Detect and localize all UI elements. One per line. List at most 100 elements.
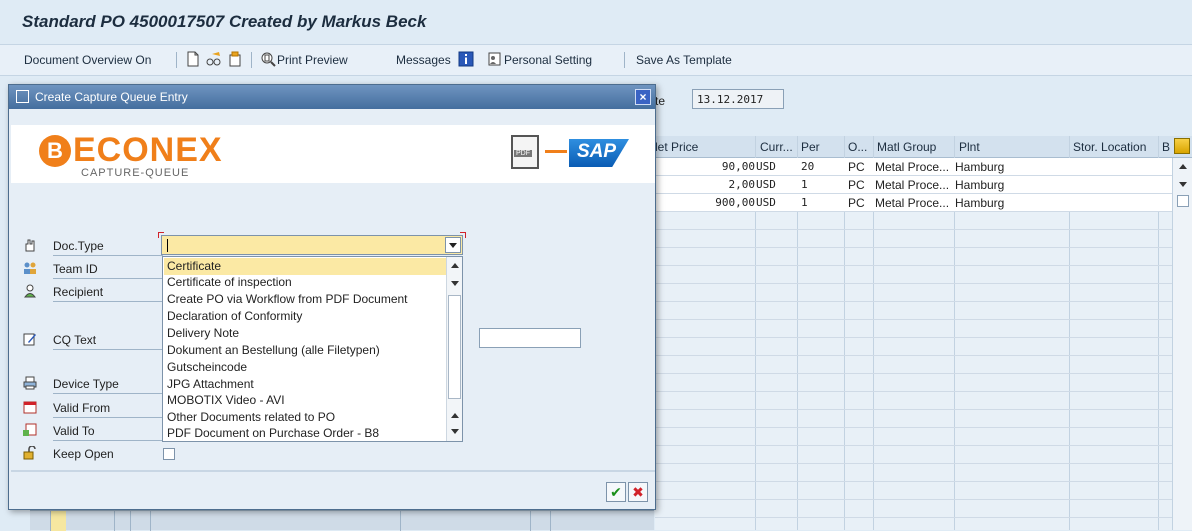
matl-group-cell: Metal Proce... (875, 196, 950, 210)
printer-icon (23, 376, 37, 390)
grid-cell[interactable] (50, 511, 66, 531)
scroll-down-icon[interactable] (451, 429, 459, 434)
grid-cell (130, 511, 131, 531)
table-row[interactable] (655, 356, 1192, 374)
grid-settings-icon[interactable] (1174, 138, 1190, 154)
keep-open-checkbox[interactable] (163, 448, 175, 460)
date-field[interactable]: 13.12.2017 (692, 89, 784, 109)
table-row[interactable] (655, 428, 1192, 446)
dropdown-option[interactable]: PDF Document on Purchase Order - B8 (164, 425, 447, 442)
column-header-per[interactable]: Per (801, 140, 820, 154)
table-row[interactable] (655, 410, 1192, 428)
team-icon (24, 262, 36, 274)
scroll-down-icon[interactable] (1179, 182, 1187, 187)
scroll-down-icon[interactable] (451, 281, 459, 286)
dropdown-option[interactable]: JPG Attachment (164, 376, 447, 393)
valid-from-row: Valid From (23, 399, 173, 418)
net-price-cell: 2,00 (728, 178, 756, 191)
dialog-footer-divider (11, 470, 655, 472)
cq-text-input[interactable] (479, 328, 581, 348)
table-row[interactable]: 900,00 USD 1 PC Metal Proce... Hamburg (655, 194, 1192, 212)
personal-setting-icon[interactable] (487, 51, 503, 67)
valid-to-label: Valid To (53, 424, 95, 438)
scroll-up-icon[interactable] (451, 413, 459, 418)
table-row[interactable] (655, 464, 1192, 482)
grid-header: let Price Curr... Per O... Matl Group Pl… (655, 136, 1192, 158)
new-document-icon[interactable] (185, 51, 201, 67)
table-row[interactable] (655, 446, 1192, 464)
table-row[interactable]: 90,00 USD 20 PC Metal Proce... Hamburg (655, 158, 1192, 176)
table-row[interactable] (655, 230, 1192, 248)
dialog-titlebar[interactable]: Create Capture Queue Entry × (9, 85, 655, 109)
table-row[interactable] (655, 302, 1192, 320)
dropdown-option[interactable]: Declaration of Conformity (164, 308, 447, 325)
info-icon[interactable] (458, 51, 474, 67)
scroll-thumb[interactable] (448, 295, 461, 399)
table-row[interactable] (655, 320, 1192, 338)
label-underline (53, 255, 163, 256)
grid-cell (400, 511, 401, 531)
table-row[interactable] (655, 392, 1192, 410)
currency-cell: USD (756, 196, 776, 209)
save-as-template-button[interactable]: Save As Template (636, 53, 732, 67)
close-icon[interactable]: × (635, 89, 651, 105)
unit-cell: PC (848, 178, 865, 192)
dropdown-option[interactable]: MOBOTIX Video - AVI (164, 392, 447, 409)
other-document-icon[interactable] (227, 51, 243, 67)
confirm-button[interactable]: ✔ (606, 482, 626, 502)
table-row[interactable] (655, 482, 1192, 500)
dropdown-option[interactable]: Dokument an Bestellung (alle Filetypen) (164, 342, 447, 359)
doc-type-label: Doc.Type (53, 239, 104, 253)
column-header-order-unit[interactable]: O... (848, 140, 867, 154)
dropdown-option[interactable]: Certificate of inspection (164, 274, 447, 291)
device-type-label: Device Type (53, 377, 119, 391)
column-header-stor-location[interactable]: Stor. Location (1073, 140, 1146, 154)
personal-setting-button[interactable]: Personal Setting (504, 53, 592, 67)
keep-open-row: Keep Open (23, 445, 173, 463)
create-capture-queue-dialog: Create Capture Queue Entry × B ECONEX CA… (8, 84, 656, 510)
doc-type-input[interactable] (161, 235, 463, 255)
bottom-grid-strip (30, 510, 654, 531)
pdf-document-icon: PDF (511, 135, 539, 169)
column-header-b[interactable]: B (1162, 140, 1170, 154)
toolbar-separator (251, 52, 252, 68)
dropdown-option[interactable]: Create PO via Workflow from PDF Document (164, 291, 447, 308)
dropdown-option[interactable]: Certificate (164, 258, 447, 275)
table-row[interactable] (655, 374, 1192, 392)
cq-text-row: CQ Text (23, 331, 173, 350)
table-row[interactable]: 2,00 USD 1 PC Metal Proce... Hamburg (655, 176, 1192, 194)
grid-scrollbar[interactable] (1172, 158, 1192, 530)
label-underline (53, 440, 163, 441)
cancel-button[interactable]: ✖ (628, 482, 648, 502)
title-bar: Standard PO 4500017507 Created by Markus… (0, 0, 1192, 40)
scroll-up-icon[interactable] (1179, 164, 1187, 169)
calendar-question-icon (23, 423, 37, 436)
print-preview-button[interactable]: Print Preview (277, 53, 348, 67)
dropdown-scrollbar[interactable] (446, 257, 462, 441)
table-row[interactable] (655, 212, 1192, 230)
scroll-up-icon[interactable] (451, 263, 459, 268)
glasses-change-icon[interactable] (206, 51, 222, 67)
keep-open-label: Keep Open (53, 447, 114, 461)
scroll-thumb[interactable] (1177, 195, 1189, 207)
label-underline (53, 417, 163, 418)
dropdown-option[interactable]: Gutscheincode (164, 359, 447, 376)
column-header-net-price[interactable]: let Price (655, 140, 698, 154)
print-preview-icon[interactable] (260, 51, 276, 67)
dropdown-option[interactable]: Other Documents related to PO (164, 409, 447, 426)
table-row[interactable] (655, 266, 1192, 284)
table-row[interactable] (655, 338, 1192, 356)
document-overview-button[interactable]: Document Overview On (24, 53, 151, 67)
dropdown-option[interactable]: Delivery Note (164, 325, 447, 342)
dropdown-toggle-button[interactable] (445, 237, 461, 253)
capture-queue-subtitle: CAPTURE-QUEUE (81, 167, 190, 179)
currency-cell: USD (756, 160, 776, 173)
column-header-currency[interactable]: Curr... (760, 140, 793, 154)
messages-button[interactable]: Messages (396, 53, 451, 67)
column-header-plant[interactable]: Plnt (959, 140, 980, 154)
table-row[interactable] (655, 248, 1192, 266)
table-row[interactable] (655, 284, 1192, 302)
column-header-matl-group[interactable]: Matl Group (877, 140, 936, 154)
table-row[interactable] (655, 500, 1192, 518)
doc-type-dropdown-list[interactable]: Certificate Certificate of inspection Cr… (162, 256, 463, 442)
